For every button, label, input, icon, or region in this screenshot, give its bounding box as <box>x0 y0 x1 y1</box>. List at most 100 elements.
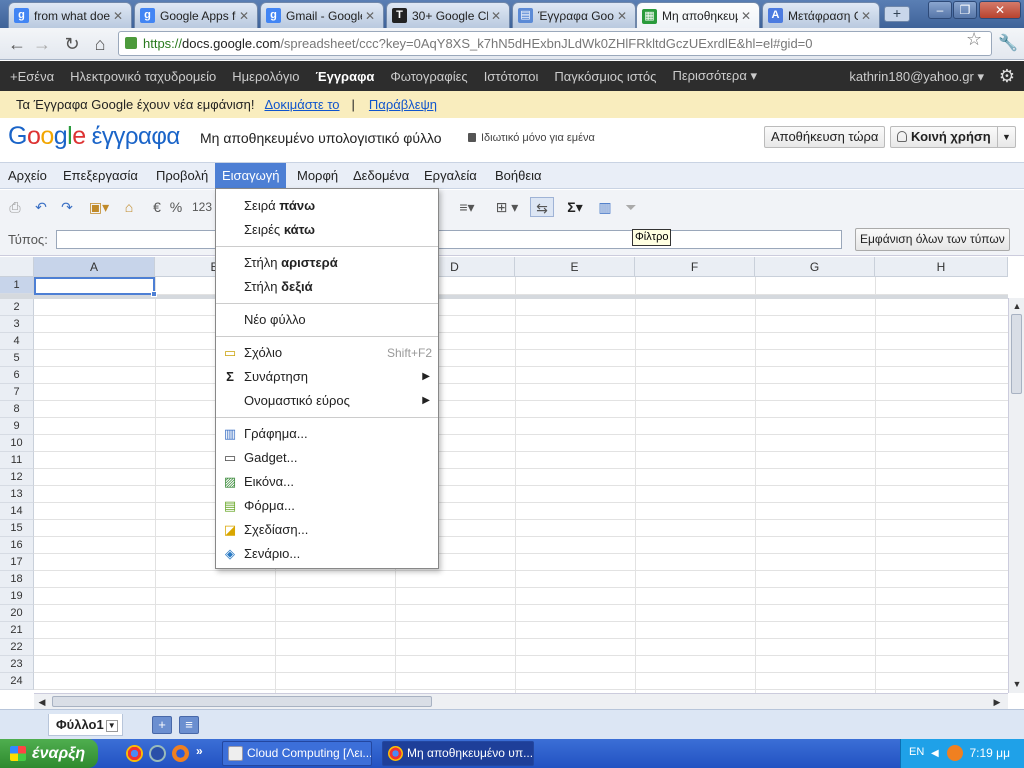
wrap-text-icon[interactable]: ⇆ <box>530 197 554 217</box>
close-tab-icon[interactable]: ✕ <box>617 9 629 23</box>
horizontal-scroll-thumb[interactable] <box>52 696 432 707</box>
row-header[interactable]: 2 <box>0 299 34 316</box>
row-header[interactable]: 24 <box>0 673 34 690</box>
insert-chart[interactable]: ▥ Γράφημα... <box>216 422 438 446</box>
minimize-button[interactable]: – <box>928 1 952 19</box>
selected-cell-a1[interactable] <box>34 277 155 295</box>
insert-form[interactable]: ▤ Φόρμα... <box>216 494 438 518</box>
browser-tab-active[interactable]: ▦ Μη αποθηκευμέ ✕ <box>636 2 760 29</box>
row-header[interactable]: 8 <box>0 401 34 418</box>
save-now-button[interactable]: Αποθήκευση τώρα <box>764 126 886 148</box>
show-all-formulas-button[interactable]: Εμφάνιση όλων των τύπων <box>855 228 1010 251</box>
row-header[interactable]: 9 <box>0 418 34 435</box>
menu-view[interactable]: Προβολή <box>149 163 215 188</box>
language-indicator[interactable]: EN <box>909 746 924 758</box>
formula-input[interactable] <box>56 230 842 249</box>
row-header[interactable]: 20 <box>0 605 34 622</box>
address-bar[interactable]: https://docs.google.com/spreadsheet/ccc?… <box>118 31 992 56</box>
tray-arrow-icon[interactable]: ◀ <box>931 748 939 759</box>
menu-help[interactable]: Βοήθεια <box>488 163 549 188</box>
paste-format-icon[interactable]: ▣▾ <box>85 197 113 217</box>
row-header[interactable]: 11 <box>0 452 34 469</box>
row-header[interactable]: 5 <box>0 350 34 367</box>
close-tab-icon[interactable]: ✕ <box>365 9 377 23</box>
reload-icon[interactable]: ↻ <box>60 33 84 55</box>
gbar-link-photos[interactable]: Φωτογραφίες <box>390 69 467 84</box>
row-header[interactable]: 22 <box>0 639 34 656</box>
insert-script[interactable]: ◈ Σενάριο... <box>216 542 438 566</box>
forward-arrow-icon[interactable]: → <box>30 33 54 55</box>
browser-tab[interactable]: ▤ Έγγραφα Goog ✕ <box>512 2 636 28</box>
close-tab-icon[interactable]: ✕ <box>491 9 503 23</box>
close-tab-icon[interactable]: ✕ <box>741 9 753 23</box>
row-header[interactable]: 1 <box>0 277 34 294</box>
browser-tab[interactable]: Α Μετάφραση Gr ✕ <box>762 2 880 28</box>
close-tab-icon[interactable]: ✕ <box>239 9 251 23</box>
menu-tools[interactable]: Εργαλεία <box>417 163 484 188</box>
print-icon[interactable]: ⎙ <box>6 197 24 217</box>
gbar-link-documents[interactable]: Έγγραφα <box>316 69 375 84</box>
back-arrow-icon[interactable]: ← <box>5 33 29 55</box>
row-header[interactable]: 21 <box>0 622 34 639</box>
redo-icon[interactable]: ↷ <box>58 197 76 217</box>
row-header[interactable]: 6 <box>0 367 34 384</box>
row-header[interactable]: 12 <box>0 469 34 486</box>
row-header[interactable]: 18 <box>0 571 34 588</box>
row-header[interactable]: 15 <box>0 520 34 537</box>
insert-new-sheet[interactable]: Νέο φύλλο <box>216 308 438 332</box>
menu-data[interactable]: Δεδομένα <box>346 163 416 188</box>
number-format-button[interactable]: 123 <box>190 197 214 217</box>
select-all-corner[interactable] <box>0 257 34 277</box>
google-docs-logo[interactable]: Google έγγραφα <box>8 122 180 151</box>
column-header[interactable]: H <box>875 257 1008 277</box>
menu-file[interactable]: Αρχείο <box>1 163 54 188</box>
insert-gadget[interactable]: ▭ Gadget... <box>216 446 438 470</box>
try-new-look-link[interactable]: Δοκιμάστε το <box>264 97 339 112</box>
insert-column-left[interactable]: Στήλη αριστερά <box>216 251 438 275</box>
close-tab-icon[interactable]: ✕ <box>861 9 873 23</box>
vertical-scroll-thumb[interactable] <box>1011 314 1022 394</box>
gear-icon[interactable]: ⚙ <box>999 66 1015 87</box>
add-sheet-button[interactable]: + <box>152 716 172 734</box>
insert-column-right[interactable]: Στήλη δεξιά <box>216 275 438 299</box>
browser-tab[interactable]: g Gmail - Google ✕ <box>260 2 384 28</box>
chevron-down-icon[interactable]: ▼ <box>997 127 1015 147</box>
scroll-up-arrow-icon[interactable]: ▲ <box>1010 299 1024 313</box>
chrome-icon[interactable] <box>126 745 143 762</box>
browser-tab[interactable]: g from what does ✕ <box>8 2 132 28</box>
menu-insert[interactable]: Εισαγωγή <box>215 163 287 188</box>
privacy-status[interactable]: Ιδιωτικό μόνο για εμένα <box>468 132 595 144</box>
align-icon[interactable]: ≡▾ <box>452 197 482 217</box>
menu-format[interactable]: Μορφή <box>290 163 345 188</box>
column-header[interactable]: A <box>34 257 155 277</box>
currency-format-button[interactable]: € <box>150 197 164 217</box>
menu-edit[interactable]: Επεξεργασία <box>56 163 145 188</box>
sheet-list-button[interactable]: ≡ <box>179 716 199 734</box>
row-header[interactable]: 19 <box>0 588 34 605</box>
vertical-scrollbar[interactable]: ▲ ▼ <box>1008 298 1024 693</box>
spreadsheet-grid[interactable]: A B C D E F G H 1 2 3 4 5 6 7 8 9 10 11 … <box>0 257 1008 693</box>
insert-drawing[interactable]: ◪ Σχεδίαση... <box>216 518 438 542</box>
gbar-link-more[interactable]: Περισσότερα ▾ <box>672 68 757 84</box>
column-header[interactable]: G <box>755 257 875 277</box>
account-menu[interactable]: kathrin180@yahoo.gr ▾ <box>849 69 984 85</box>
browser-tab[interactable]: g Google Apps for ✕ <box>134 2 258 28</box>
maximize-button[interactable]: ❐ <box>953 1 977 19</box>
insert-row-above[interactable]: Σειρά πάνω <box>216 194 438 218</box>
taskbar-item-active[interactable]: Μη αποθηκευμένο υπ... <box>382 741 534 766</box>
dismiss-link[interactable]: Παράβλεψη <box>369 97 437 112</box>
gbar-link-web[interactable]: Παγκόσμιος ιστός <box>554 69 656 84</box>
scroll-right-arrow-icon[interactable]: ▶ <box>990 695 1004 709</box>
row-header[interactable]: 4 <box>0 333 34 350</box>
insert-named-range[interactable]: Ονομαστικό εύρος ▶ <box>216 389 438 413</box>
close-window-button[interactable]: ✕ <box>979 1 1021 19</box>
firefox-icon[interactable] <box>172 745 189 762</box>
wrench-menu-icon[interactable]: 🔧 <box>998 33 1018 53</box>
start-button[interactable]: έναρξη <box>0 739 98 768</box>
bookmark-star-icon[interactable]: ☆ <box>966 29 982 50</box>
gbar-link-mail[interactable]: Ηλεκτρονικό ταχυδρομείο <box>70 69 216 84</box>
insert-image[interactable]: ▨ Εικόνα... <box>216 470 438 494</box>
document-title[interactable]: Μη αποθηκευμένο υπολογιστικό φύλλο <box>200 130 442 146</box>
gbar-link-plus[interactable]: +Εσένα <box>10 69 54 84</box>
column-header[interactable]: F <box>635 257 755 277</box>
